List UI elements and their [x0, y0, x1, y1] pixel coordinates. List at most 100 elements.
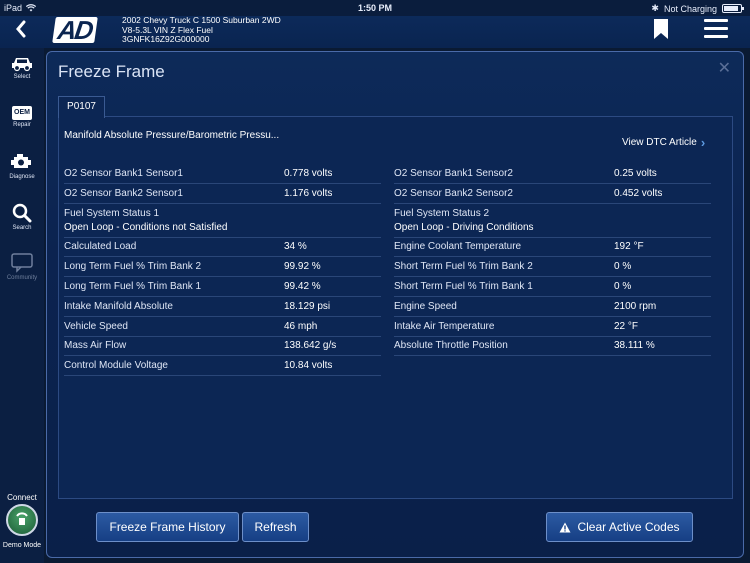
parameter-row: O2 Sensor Bank1 Sensor2 0.25 volts [394, 164, 711, 184]
parameter-value: Open Loop - Conditions not Satisfied [64, 221, 228, 233]
parameter-value: 22 °F [614, 320, 639, 332]
parameter-value: 0.452 volts [614, 187, 663, 199]
parameter-value: 10.84 volts [284, 360, 333, 372]
hamburger-line [704, 27, 728, 30]
battery-fill [724, 6, 739, 11]
parameter-value: 99.92 % [284, 261, 321, 273]
hamburger-icon [704, 19, 728, 22]
parameter-label: Mass Air Flow [64, 340, 127, 352]
sidebar-item-label: Select [13, 74, 31, 80]
dtc-description: Manifold Absolute Pressure/Barometric Pr… [64, 130, 280, 141]
demo-mode-label: Demo Mode [2, 542, 42, 549]
battery-icon [722, 4, 744, 13]
sidebar-item-repair[interactable]: OEM Repair [0, 106, 44, 128]
parameter-label: Engine Speed [394, 300, 457, 312]
parameter-label: O2 Sensor Bank1 Sensor1 [64, 167, 183, 179]
hamburger-line [704, 35, 728, 38]
parameter-label: O2 Sensor Bank2 Sensor2 [394, 187, 513, 199]
parameter-value: 18.129 psi [284, 300, 331, 312]
parameter-row: Long Term Fuel % Trim Bank 2 99.92 % [64, 257, 381, 278]
parameter-label: Engine Coolant Temperature [394, 241, 522, 253]
parameter-label: Intake Air Temperature [394, 320, 495, 332]
parameter-row: Intake Manifold Absolute 18.129 psi [64, 297, 381, 317]
menu-button[interactable] [704, 19, 728, 39]
status-bar: iPad 1:50 PM ✱ Not Charging [0, 0, 750, 16]
chevron-right-icon: › [700, 135, 706, 150]
parameter-value: 99.42 % [284, 281, 321, 293]
sidebar-item-label: Community [6, 275, 38, 281]
view-dtc-article-link[interactable]: View DTC Article › [622, 135, 705, 150]
parameter-value: 0.25 volts [614, 167, 657, 179]
button-label: Freeze Frame History [109, 520, 226, 534]
parameter-value: 192 °F [614, 241, 644, 253]
bookmark-button[interactable] [652, 18, 670, 40]
app-header: AD 2002 Chevy Truck C 1500 Suburban 2WD … [0, 15, 750, 48]
parameter-label: Calculated Load [64, 241, 137, 253]
connector-icon [16, 512, 28, 525]
parameter-row: Engine Coolant Temperature 192 °F [394, 238, 711, 258]
parameter-label: Fuel System Status 2 [394, 207, 490, 219]
parameter-row: Fuel System Status 2 Open Loop - Driving … [394, 204, 711, 238]
parameter-label: Absolute Throttle Position [394, 340, 508, 352]
parameter-label: Intake Manifold Absolute [64, 300, 173, 312]
parameter-row: O2 Sensor Bank2 Sensor1 1.176 volts [64, 184, 381, 204]
chevron-left-icon [16, 20, 26, 38]
sidebar: Select OEM Repair Diagnose Search Commun… [0, 48, 44, 563]
vehicle-info[interactable]: 2002 Chevy Truck C 1500 Suburban 2WD V8-… [122, 15, 281, 45]
tab-p0107[interactable]: P0107 [58, 96, 105, 118]
engine-icon [11, 154, 31, 168]
parameter-value: 2100 rpm [614, 300, 657, 312]
clock: 1:50 PM [357, 3, 392, 13]
parameter-label: Fuel System Status 1 [64, 207, 160, 219]
back-button[interactable] [14, 18, 32, 44]
sidebar-item-select[interactable]: Select [0, 56, 44, 80]
freeze-frame-history-button[interactable]: Freeze Frame History [96, 512, 239, 542]
parameter-label: Control Module Voltage [64, 360, 168, 372]
dtc-link-label: View DTC Article [622, 137, 697, 148]
parameter-label: Short Term Fuel % Trim Bank 1 [394, 281, 533, 293]
parameter-value: Open Loop - Driving Conditions [394, 221, 534, 233]
parameter-row: Intake Air Temperature 22 °F [394, 317, 711, 337]
vehicle-vin: 3GNFK16Z92G000000 [122, 34, 210, 44]
button-label: Refresh [254, 520, 297, 534]
refresh-button[interactable]: Refresh [242, 512, 309, 542]
bookmark-icon [654, 19, 668, 39]
sidebar-item-diagnose[interactable]: Diagnose [0, 152, 44, 180]
car-icon [12, 58, 32, 72]
sidebar-item-label: Repair [13, 122, 31, 128]
bluetooth-icon: ✱ [651, 3, 659, 13]
sidebar-item-community[interactable]: Community [0, 253, 44, 281]
freeze-frame-panel: Freeze Frame ✕ P0107 Manifold Absolute P… [46, 51, 744, 558]
parameter-row: Calculated Load 34 % [64, 238, 381, 258]
parameter-row: O2 Sensor Bank2 Sensor2 0.452 volts [394, 184, 711, 204]
parameter-value: 138.642 g/s [284, 340, 337, 352]
button-label: Clear Active Codes [577, 520, 680, 534]
left-parameter-list: O2 Sensor Bank1 Sensor1 0.778 volts O2 Sen… [64, 164, 381, 377]
parameter-row: Mass Air Flow 138.642 g/s [64, 337, 381, 357]
panel-title: Freeze Frame [58, 62, 165, 81]
sidebar-item-label: Search [12, 225, 32, 231]
oem-icon: OEM [12, 106, 32, 120]
clear-active-codes-button[interactable]: Clear Active Codes [546, 512, 693, 542]
close-icon[interactable]: ✕ [718, 58, 731, 78]
parameter-label: Short Term Fuel % Trim Bank 2 [394, 261, 533, 273]
parameter-row: Short Term Fuel % Trim Bank 2 0 % [394, 257, 711, 278]
search-icon [12, 203, 32, 223]
parameter-value: 38.111 % [614, 340, 655, 352]
warning-icon [559, 522, 571, 532]
parameter-value: 46 mph [284, 320, 318, 332]
connect-label: Connect [7, 493, 37, 502]
parameter-value: 0.778 volts [284, 167, 333, 179]
parameter-row: Absolute Throttle Position 38.111 % [394, 337, 711, 357]
parameter-value: 0 % [614, 261, 632, 273]
parameter-label: Long Term Fuel % Trim Bank 1 [64, 281, 202, 293]
parameter-row: Engine Speed 2100 rpm [394, 297, 711, 317]
sidebar-item-search[interactable]: Search [0, 203, 44, 231]
connect-button[interactable] [6, 504, 38, 536]
right-parameter-list: O2 Sensor Bank1 Sensor2 0.25 volts O2 Sens… [394, 164, 711, 357]
parameter-row: Vehicle Speed 46 mph [64, 317, 381, 337]
app-logo: AD [52, 15, 98, 45]
parameter-label: O2 Sensor Bank1 Sensor2 [394, 167, 513, 179]
parameter-row: Long Term Fuel % Trim Bank 1 99.42 % [64, 277, 381, 297]
sidebar-item-label: Diagnose [9, 174, 35, 180]
